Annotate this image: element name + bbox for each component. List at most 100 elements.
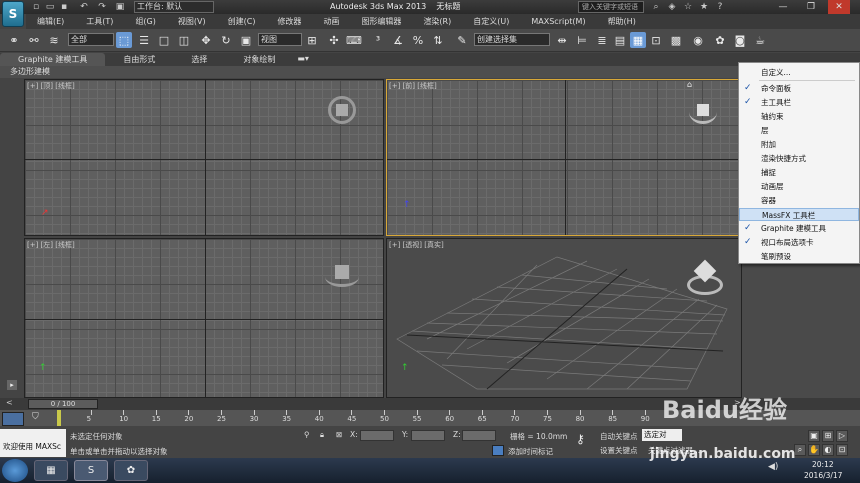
communication-icon[interactable]: ☆: [682, 2, 694, 12]
render-setup-icon[interactable]: ◉: [690, 32, 706, 48]
mini-curve-editor-icon[interactable]: [2, 412, 24, 426]
ribbon-panel-polygon-modeling[interactable]: 多边形建模: [0, 66, 860, 78]
menu-maxscript[interactable]: MAXScript(M): [520, 17, 596, 26]
project-folder-icon[interactable]: ▣: [114, 2, 126, 12]
spinner-snap-icon[interactable]: ⇅: [430, 32, 446, 48]
open-file-icon[interactable]: ▭: [44, 2, 56, 12]
set-key-icon[interactable]: ⚷: [576, 432, 585, 446]
rotate-icon[interactable]: ↻: [218, 32, 234, 48]
workspace-dropdown[interactable]: 工作台: 默认: [134, 1, 214, 13]
favorites-icon[interactable]: ★: [698, 2, 710, 12]
schematic-view-icon[interactable]: ⊡: [648, 32, 664, 48]
menu-item[interactable]: 层: [739, 124, 859, 137]
menu-edit[interactable]: 编辑(E): [26, 16, 75, 27]
menu-rendering[interactable]: 渲染(R): [412, 16, 462, 27]
add-time-tag-icon[interactable]: [492, 445, 504, 456]
new-file-icon[interactable]: ▫: [30, 2, 42, 12]
time-prev-arrow-icon[interactable]: <: [6, 398, 13, 407]
percent-snap-icon[interactable]: %: [410, 32, 426, 48]
viewport-left[interactable]: [+] [左] [线框] ↑: [24, 238, 384, 398]
curve-editor-icon[interactable]: ▦: [630, 32, 646, 48]
move-icon[interactable]: ✥: [198, 32, 214, 48]
angle-snap-icon[interactable]: ∡: [390, 32, 406, 48]
selection-filter-dropdown[interactable]: 全部: [68, 33, 114, 46]
maximize-button[interactable]: ❐: [800, 0, 822, 14]
absolute-mode-icon[interactable]: ⊠: [336, 430, 342, 439]
viewport-label[interactable]: [+] [前] [线框]: [389, 81, 437, 91]
viewport-top[interactable]: [+] [顶] [线框] ↗: [24, 79, 384, 236]
home-icon[interactable]: ⌂: [687, 80, 692, 89]
search-icon[interactable]: ⌕: [650, 2, 662, 12]
viewport-label[interactable]: [+] [顶] [线框]: [27, 81, 75, 91]
menu-modifiers[interactable]: 修改器: [266, 16, 312, 27]
viewcube-icon[interactable]: [697, 104, 709, 116]
x-coordinate-field[interactable]: [360, 430, 394, 441]
maximize-viewport-icon[interactable]: ⊡: [836, 444, 848, 456]
menu-item[interactable]: 附加: [739, 138, 859, 151]
close-button[interactable]: ✕: [828, 0, 850, 14]
subscription-icon[interactable]: ◈: [666, 2, 678, 12]
maxscript-listener[interactable]: 欢迎使用 MAXSc: [0, 429, 66, 457]
mirror-icon[interactable]: ⇹: [554, 32, 570, 48]
taskbar-3dsmax-icon[interactable]: S: [74, 460, 108, 481]
isolate-icon[interactable]: ⚲: [304, 430, 310, 439]
graphite-toggle-icon[interactable]: ▤: [612, 32, 628, 48]
window-crossing-icon[interactable]: ◫: [176, 32, 192, 48]
menu-item[interactable]: ✓ 视口布局选项卡: [739, 236, 859, 249]
layer-manager-icon[interactable]: ≣: [594, 32, 610, 48]
snaps-toggle-icon[interactable]: ³: [370, 32, 386, 48]
zoom-extents-icon[interactable]: ▣: [808, 430, 820, 442]
tab-graphite-modeling[interactable]: Graphite 建模工具: [0, 53, 106, 66]
menu-item[interactable]: 动画层: [739, 180, 859, 193]
help-icon[interactable]: ?: [714, 2, 726, 12]
windows-start-icon[interactable]: [2, 459, 28, 482]
menu-customize[interactable]: 自定义(U): [462, 16, 520, 27]
menu-item[interactable]: ✓ 命令面板: [739, 82, 859, 95]
viewport-front[interactable]: [+] [前] [线框] ⌂ ↑: [386, 79, 742, 236]
menu-item[interactable]: 笔刷预设: [739, 250, 859, 263]
link-icon[interactable]: ⚭: [6, 32, 22, 48]
y-coordinate-field[interactable]: [411, 430, 445, 441]
taskbar-explorer-icon[interactable]: ▦: [34, 460, 68, 481]
menu-group[interactable]: 组(G): [124, 16, 166, 27]
redo-icon[interactable]: ↷: [96, 2, 108, 12]
taskbar-paint-icon[interactable]: ✿: [114, 460, 148, 481]
material-editor-icon[interactable]: ▩: [668, 32, 684, 48]
select-manipulate-icon[interactable]: ✣: [326, 32, 342, 48]
app-logo-button[interactable]: S: [2, 1, 24, 27]
edit-named-selection-icon[interactable]: ✎: [454, 32, 470, 48]
zoom-all-icon[interactable]: ⊞: [822, 430, 834, 442]
tab-freeform[interactable]: 自由形式: [105, 53, 173, 66]
menu-item[interactable]: 轴约束: [739, 110, 859, 123]
minimize-button[interactable]: —: [772, 0, 794, 14]
pan-icon[interactable]: ✋: [808, 444, 820, 456]
field-of-view-icon[interactable]: ▷: [836, 430, 848, 442]
named-selection-dropdown[interactable]: 创建选择集: [474, 33, 550, 46]
menu-item[interactable]: ✓ Graphite 建模工具: [739, 222, 859, 235]
select-by-name-icon[interactable]: ☰: [136, 32, 152, 48]
viewport-label[interactable]: [+] [透视] [真实]: [389, 240, 444, 250]
rectangular-selection-icon[interactable]: □: [156, 32, 172, 48]
menu-item[interactable]: 自定义...: [739, 66, 859, 79]
save-icon[interactable]: ▪: [58, 2, 70, 12]
menu-graph-editors[interactable]: 图形编辑器: [350, 16, 412, 27]
set-key-mode-button[interactable]: 设置关键点: [600, 445, 638, 456]
select-object-icon[interactable]: ⬚: [116, 32, 132, 48]
menu-create[interactable]: 创建(C): [217, 16, 267, 27]
search-input[interactable]: 键入关键字或短语: [578, 1, 644, 13]
z-coordinate-field[interactable]: [462, 430, 496, 441]
align-icon[interactable]: ⊨: [574, 32, 590, 48]
menu-help[interactable]: 帮助(H): [597, 16, 647, 27]
pivot-center-icon[interactable]: ⊞: [304, 32, 320, 48]
render-iterative-icon[interactable]: ☕: [752, 32, 768, 48]
menu-item[interactable]: 容器: [739, 194, 859, 207]
undo-icon[interactable]: ↶: [78, 2, 90, 12]
volume-icon[interactable]: ◀): [768, 462, 778, 472]
rendered-frame-window-icon[interactable]: ✿: [712, 32, 728, 48]
unlink-icon[interactable]: ⚯: [26, 32, 42, 48]
tab-object-paint[interactable]: 对象绘制: [225, 53, 293, 66]
render-production-icon[interactable]: ◙: [732, 32, 748, 48]
menu-views[interactable]: 视图(V): [167, 16, 217, 27]
keyboard-shortcut-icon[interactable]: ⌨: [346, 32, 362, 48]
menu-item[interactable]: 捕捉: [739, 166, 859, 179]
